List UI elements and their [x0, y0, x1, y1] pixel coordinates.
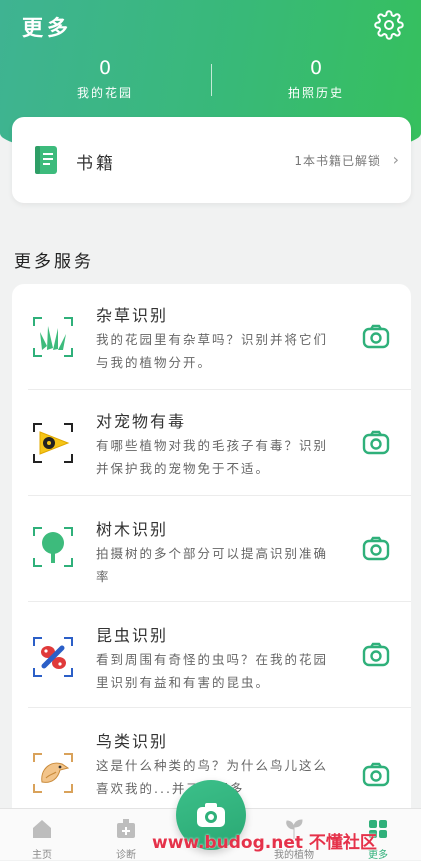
camera-icon[interactable]	[361, 322, 391, 352]
settings-button[interactable]	[374, 10, 404, 40]
chevron-right-icon: ›	[392, 150, 399, 169]
watermark: www.budog.net 不懂社区	[152, 833, 377, 853]
tree-icon	[33, 527, 73, 567]
service-pet-toxic-desc: 有哪些植物对我的毛孩子有毒？识别并保护我的宠物免于不适。	[96, 438, 329, 476]
service-insect-title: 昆虫识别	[96, 626, 169, 645]
camera-icon[interactable]	[361, 760, 391, 790]
page-title: 更多	[22, 16, 72, 40]
section-title-more-services: 更多服务	[14, 252, 94, 272]
service-bird-title: 鸟类识别	[96, 732, 169, 751]
nav-home[interactable]: 主页	[0, 809, 84, 861]
stat-history[interactable]: 0 拍照历史	[211, 56, 421, 101]
service-pet-toxic[interactable]: 对宠物有毒 有哪些植物对我的毛孩子有毒？识别并保护我的宠物免于不适。	[12, 390, 411, 496]
diagnose-icon	[117, 819, 135, 838]
service-tree-title: 树木识别	[96, 520, 169, 539]
home-icon	[33, 820, 51, 838]
bird-icon	[33, 753, 73, 793]
stat-history-value: 0	[309, 57, 323, 79]
stat-garden[interactable]: 0 我的花园	[0, 56, 210, 101]
toxic-pet-icon	[33, 423, 73, 463]
grass-icon	[33, 317, 73, 357]
stat-garden-value: 0	[98, 57, 112, 79]
services-list: 杂草识别 我的花园里有杂草吗？识别并将它们与我的植物分开。 对宠物有毒 有哪些植…	[12, 284, 411, 824]
service-weed-id[interactable]: 杂草识别 我的花园里有杂草吗？识别并将它们与我的植物分开。	[12, 284, 411, 390]
stat-divider	[211, 64, 212, 96]
stat-history-label: 拍照历史	[287, 86, 344, 100]
service-pet-toxic-title: 对宠物有毒	[96, 412, 187, 431]
stat-garden-label: 我的花园	[76, 86, 133, 100]
service-weed-desc: 我的花园里有杂草吗？识别并将它们与我的植物分开。	[96, 332, 329, 370]
service-tree-id[interactable]: 树木识别 拍摄树的多个部分可以提高识别准确率	[12, 496, 411, 602]
book-icon	[35, 146, 57, 174]
nav-home-label: 主页	[32, 850, 52, 861]
camera-icon[interactable]	[361, 640, 391, 670]
camera-icon[interactable]	[361, 428, 391, 458]
insect-icon	[33, 637, 73, 677]
service-weed-title: 杂草识别	[96, 306, 169, 325]
service-insect-id[interactable]: 昆虫识别 看到周围有奇怪的虫吗？在我的花园里识别有益和有害的昆虫。	[12, 602, 411, 708]
books-unlock-status: 1本书籍已解锁	[294, 154, 381, 168]
gear-icon	[374, 10, 404, 40]
camera-icon[interactable]	[361, 534, 391, 564]
books-title: 书籍	[76, 154, 116, 174]
service-insect-desc: 看到周围有奇怪的虫吗？在我的花园里识别有益和有害的昆虫。	[96, 652, 329, 690]
service-tree-desc: 拍摄树的多个部分可以提高识别准确率	[96, 546, 329, 584]
books-card[interactable]: 书籍 1本书籍已解锁 ›	[12, 117, 411, 203]
camera-icon	[197, 803, 225, 827]
